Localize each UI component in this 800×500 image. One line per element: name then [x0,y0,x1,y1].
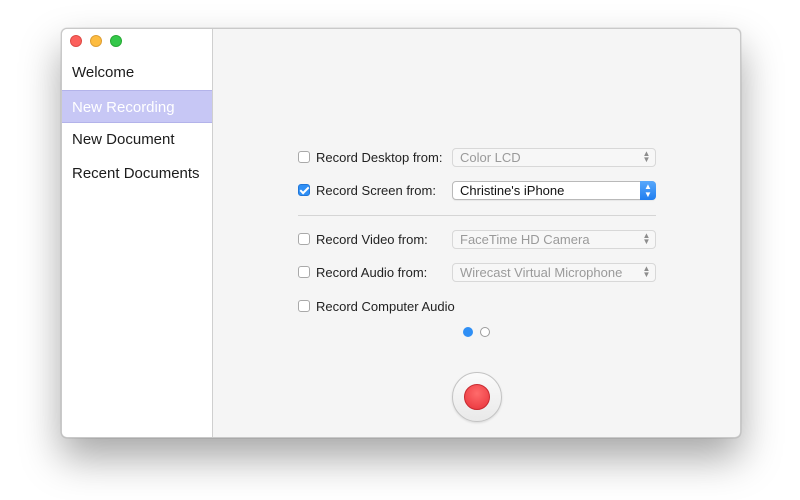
record-screen-label: Record Screen from: [316,182,436,198]
record-desktop-checkbox[interactable] [298,151,310,163]
record-audio-label: Record Audio from: [316,264,428,280]
screen-source-select[interactable]: Christine's iPhone ▲ ▼ [452,180,656,200]
desktop-source-select[interactable]: Color LCD ▲ ▼ [452,147,656,167]
sidebar-item-new-recording[interactable]: New Recording [62,89,212,123]
chevron-up-down-icon: ▲ ▼ [642,263,651,279]
record-video-checkbox[interactable] [298,233,310,245]
chevron-up-down-icon: ▲ ▼ [642,148,651,164]
record-audio-checkbox[interactable] [298,266,310,278]
record-video-row: Record Video from: FaceTime HD Camera ▲ ▼ [298,229,656,249]
recording-panel: Record Desktop from: Color LCD ▲ ▼ Record… [213,29,740,437]
sidebar-nav: Welcome New Recording New Document Recen… [62,56,212,190]
record-desktop-label: Record Desktop from: [316,149,443,165]
record-desktop-row: Record Desktop from: Color LCD ▲ ▼ [298,147,656,167]
page-indicator [463,327,497,337]
minimize-window-button[interactable] [90,35,102,47]
sidebar-item-welcome[interactable]: Welcome [62,56,212,90]
section-divider [298,215,656,216]
page-dot-1[interactable] [463,327,473,337]
record-audio-row: Record Audio from: Wirecast Virtual Micr… [298,262,656,282]
audio-source-value: Wirecast Virtual Microphone [460,264,623,280]
record-video-label: Record Video from: [316,231,428,247]
record-screen-row: Record Screen from: Christine's iPhone ▲… [298,180,656,200]
zoom-window-button[interactable] [110,35,122,47]
sidebar: Welcome New Recording New Document Recen… [62,29,213,437]
chevron-up-down-icon: ▲ ▼ [642,230,651,246]
record-screen-checkbox[interactable] [298,184,310,196]
chevron-up-down-icon: ▲ ▼ [640,180,656,200]
record-icon [464,384,490,410]
sidebar-item-recent-documents[interactable]: Recent Documents [62,157,212,191]
desktop-source-value: Color LCD [460,149,521,165]
audio-source-select[interactable]: Wirecast Virtual Microphone ▲ ▼ [452,262,656,282]
video-source-select[interactable]: FaceTime HD Camera ▲ ▼ [452,229,656,249]
page-dot-2[interactable] [480,327,490,337]
close-window-button[interactable] [70,35,82,47]
screen-source-value: Christine's iPhone [460,182,565,198]
record-computer-audio-row: Record Computer Audio [298,296,656,316]
record-computer-audio-label: Record Computer Audio [316,298,455,314]
video-source-value: FaceTime HD Camera [460,231,590,247]
sidebar-item-new-document[interactable]: New Document [62,123,212,157]
app-window: Welcome New Recording New Document Recen… [61,28,741,438]
window-controls [70,35,130,47]
record-computer-audio-checkbox[interactable] [298,300,310,312]
record-button[interactable] [452,372,502,422]
